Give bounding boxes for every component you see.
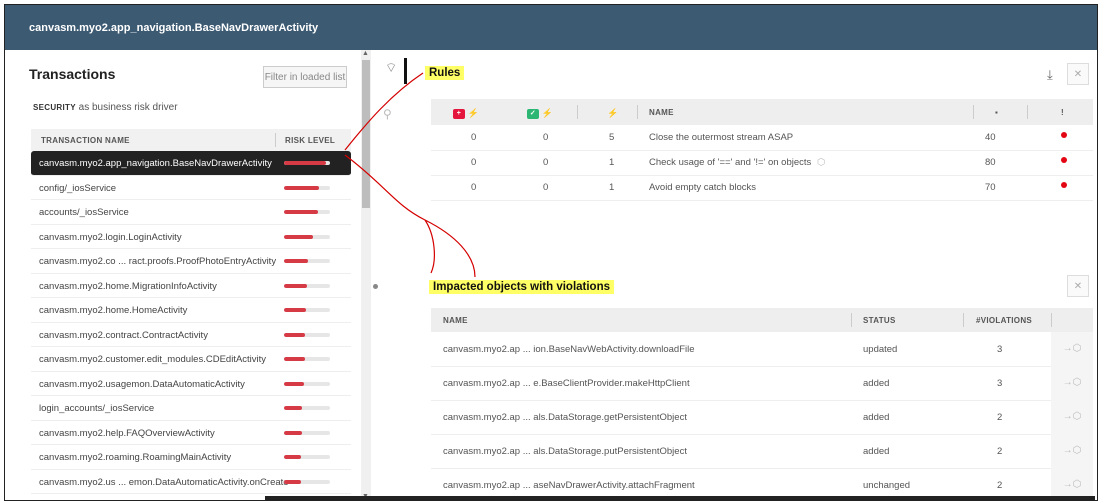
- annotation-arrow-to-impacted: [344, 154, 476, 278]
- app-window: canvasm.myo2.app_navigation.BaseNavDrawe…: [4, 4, 1098, 501]
- annotation-arrow-to-rules: [344, 72, 424, 151]
- annotation-arrows: [344, 72, 476, 278]
- annotation-arrow-hook: [424, 219, 435, 274]
